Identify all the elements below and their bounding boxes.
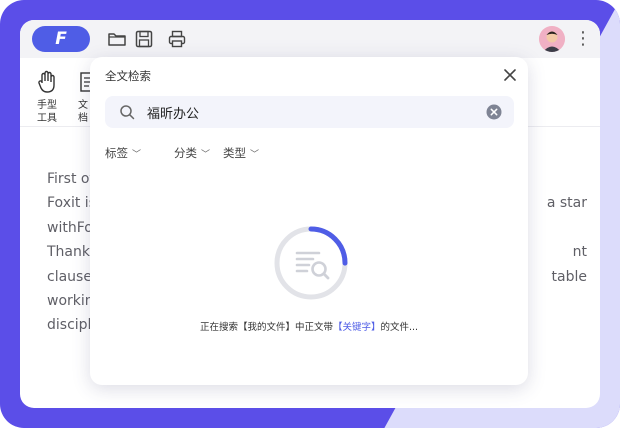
status-prefix: 正在搜索【我的文件】中正文带 [199,322,333,333]
filter-category-label: 分类 [174,146,197,160]
search-input[interactable]: 福昕办公 [105,96,514,128]
print-icon[interactable] [167,29,187,49]
save-icon[interactable] [134,29,154,49]
search-query: 福昕办公 [147,107,200,122]
avatar-image [539,26,565,52]
more-options-icon[interactable]: ⋮ [574,26,592,52]
chevron-down-icon: ﹀ [201,150,211,160]
document-line-right: a star [546,195,587,212]
document-line-left: discipl [47,317,92,334]
user-avatar[interactable] [539,26,565,52]
document-line-left: workin [47,292,94,309]
hand-tool-button[interactable]: 手型 工具 [32,70,62,124]
file-search-icon [295,251,330,280]
hand-icon [38,70,55,93]
status-keyword: 【关键字】 [332,322,381,333]
hand-tool-label-1: 手型 [37,100,57,111]
document-line-right: table [551,268,587,285]
app-logo[interactable]: F [32,26,90,52]
title-bar: F ⋮ [20,20,600,58]
chevron-down-icon: ﹀ [250,150,260,160]
filter-tags-dropdown[interactable]: 标签 ﹀ [105,145,141,161]
full-text-search-panel: 全文检索 福昕办公 标签 ﹀ 分类 ﹀ 类型 ﹀ 正在搜索【我的文件】中正文带【关键字… [90,57,528,385]
chevron-down-icon: ﹀ [132,150,142,160]
status-suffix: 的文件... [380,322,419,333]
document-line-right: nt [572,244,587,261]
search-icon [120,105,135,120]
loading-spinner [274,226,348,300]
filter-category-dropdown[interactable]: 分类 ﹀ [174,145,210,161]
panel-title: 全文检索 [105,69,151,83]
search-status-text: 正在搜索【我的文件】中正文带【关键字】的文件... [90,319,528,333]
hand-tool-label-2: 工具 [37,113,57,124]
filter-type-label: 类型 [223,146,246,160]
clear-icon[interactable] [486,104,502,120]
close-icon[interactable] [501,66,519,84]
document-line-left: Foxit is [47,195,96,212]
filter-tags-label: 标签 [105,146,128,160]
document-line-left: withFo [47,219,93,236]
filter-type-dropdown[interactable]: 类型 ﹀ [223,145,259,161]
document-line-left: First of [47,171,95,187]
document-line-left: Thank [47,244,90,261]
folder-icon[interactable] [107,29,127,49]
